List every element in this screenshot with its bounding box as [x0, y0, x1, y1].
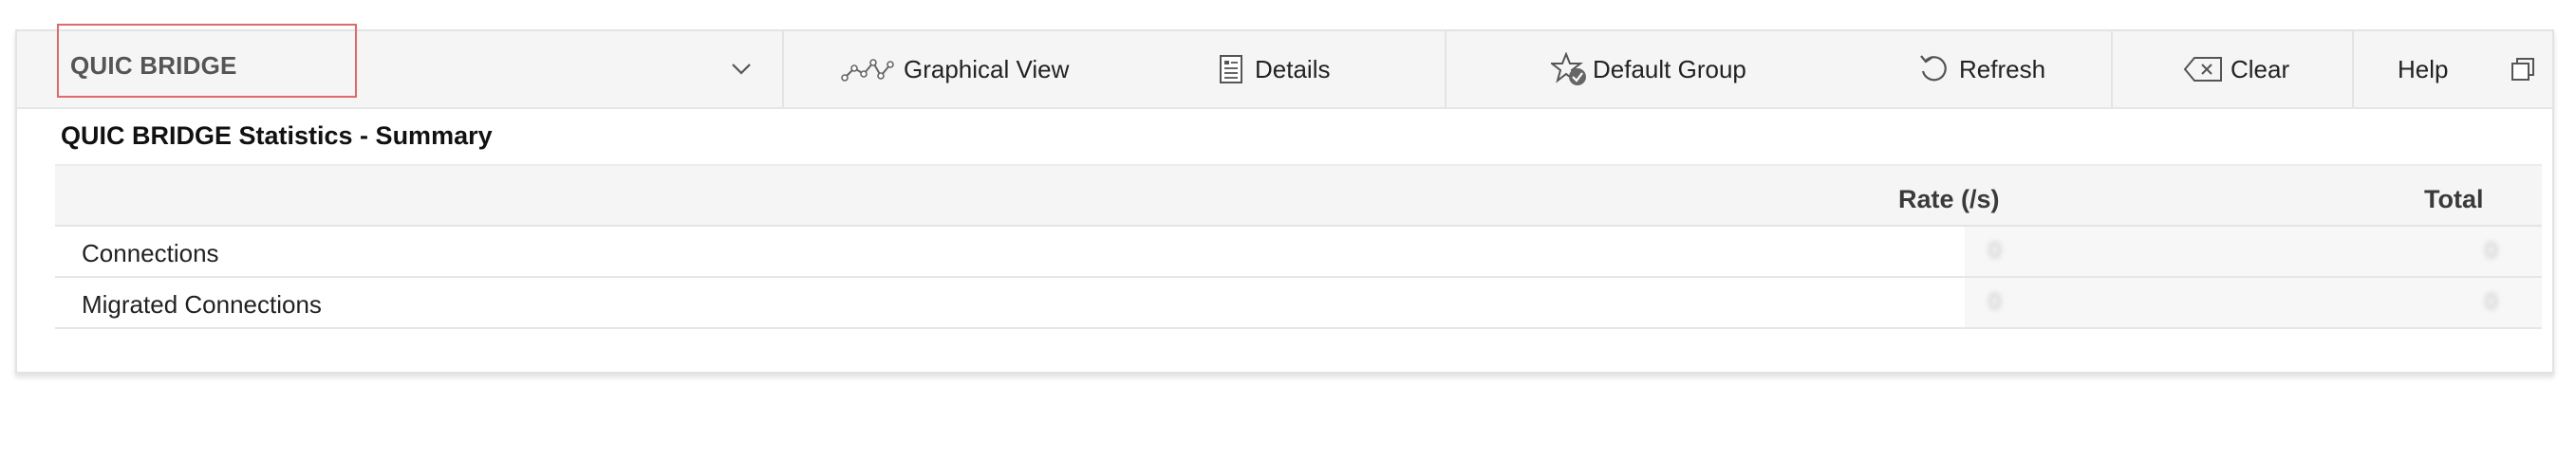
total-value: 0: [2485, 238, 2498, 264]
chevron-down-icon[interactable]: [727, 55, 756, 83]
row-name: Connections: [82, 239, 219, 267]
total-value: 0: [2485, 289, 2498, 315]
table-row: Connections 0 0: [55, 227, 2542, 278]
row-values: 0 0: [1965, 278, 2542, 327]
graphical-view-label: Graphical View: [904, 54, 1070, 83]
details-button[interactable]: Details: [1217, 31, 1330, 107]
graphical-view-button[interactable]: Graphical View: [841, 31, 1069, 107]
table-header: Rate (/s) Total: [55, 164, 2542, 227]
star-check-icon: [1551, 52, 1589, 86]
line-graph-icon: [841, 55, 894, 83]
help-label: Help: [2398, 54, 2449, 83]
clear-button[interactable]: Clear: [2183, 31, 2289, 107]
row-name-cell: Migrated Connections: [55, 278, 1965, 327]
toolbar-divider: [782, 31, 784, 107]
details-label: Details: [1255, 54, 1331, 83]
toolbar-divider: [2111, 31, 2113, 107]
row-name-cell: Connections: [55, 227, 1965, 276]
toolbar-divider: [1445, 31, 1447, 107]
summary-title: QUIC BRIDGE Statistics - Summary: [61, 121, 493, 150]
default-group-button[interactable]: Default Group: [1551, 31, 1746, 107]
refresh-icon: [1917, 52, 1951, 86]
document-list-icon: [1217, 54, 1245, 84]
statistic-selector-value: QUIC BRIDGE: [70, 51, 237, 80]
row-name: Migrated Connections: [82, 290, 322, 319]
rate-value: 0: [1988, 289, 2002, 315]
summary-table: Rate (/s) Total Connections 0 0 Migrated…: [55, 164, 2542, 329]
refresh-label: Refresh: [1959, 54, 2046, 83]
restore-window-button[interactable]: [2510, 31, 2536, 107]
rate-column-header: Rate (/s): [1898, 185, 2000, 213]
restore-window-icon: [2510, 56, 2536, 83]
total-column-header: Total: [2424, 185, 2484, 213]
refresh-button[interactable]: Refresh: [1917, 31, 2045, 107]
default-group-label: Default Group: [1593, 54, 1746, 83]
toolbar: QUIC BRIDGE Graphical View Details Defau…: [17, 24, 2552, 109]
row-values: 0 0: [1965, 227, 2542, 276]
help-button[interactable]: Help: [2398, 31, 2448, 107]
toolbar-divider: [2352, 31, 2354, 107]
rate-value: 0: [1988, 238, 2002, 264]
backspace-clear-icon: [2183, 55, 2225, 83]
table-row: Migrated Connections 0 0: [55, 278, 2542, 329]
statistics-panel: QUIC BRIDGE Graphical View Details Defau…: [15, 24, 2554, 374]
clear-label: Clear: [2231, 54, 2290, 83]
statistic-selector[interactable]: QUIC BRIDGE: [57, 24, 357, 98]
